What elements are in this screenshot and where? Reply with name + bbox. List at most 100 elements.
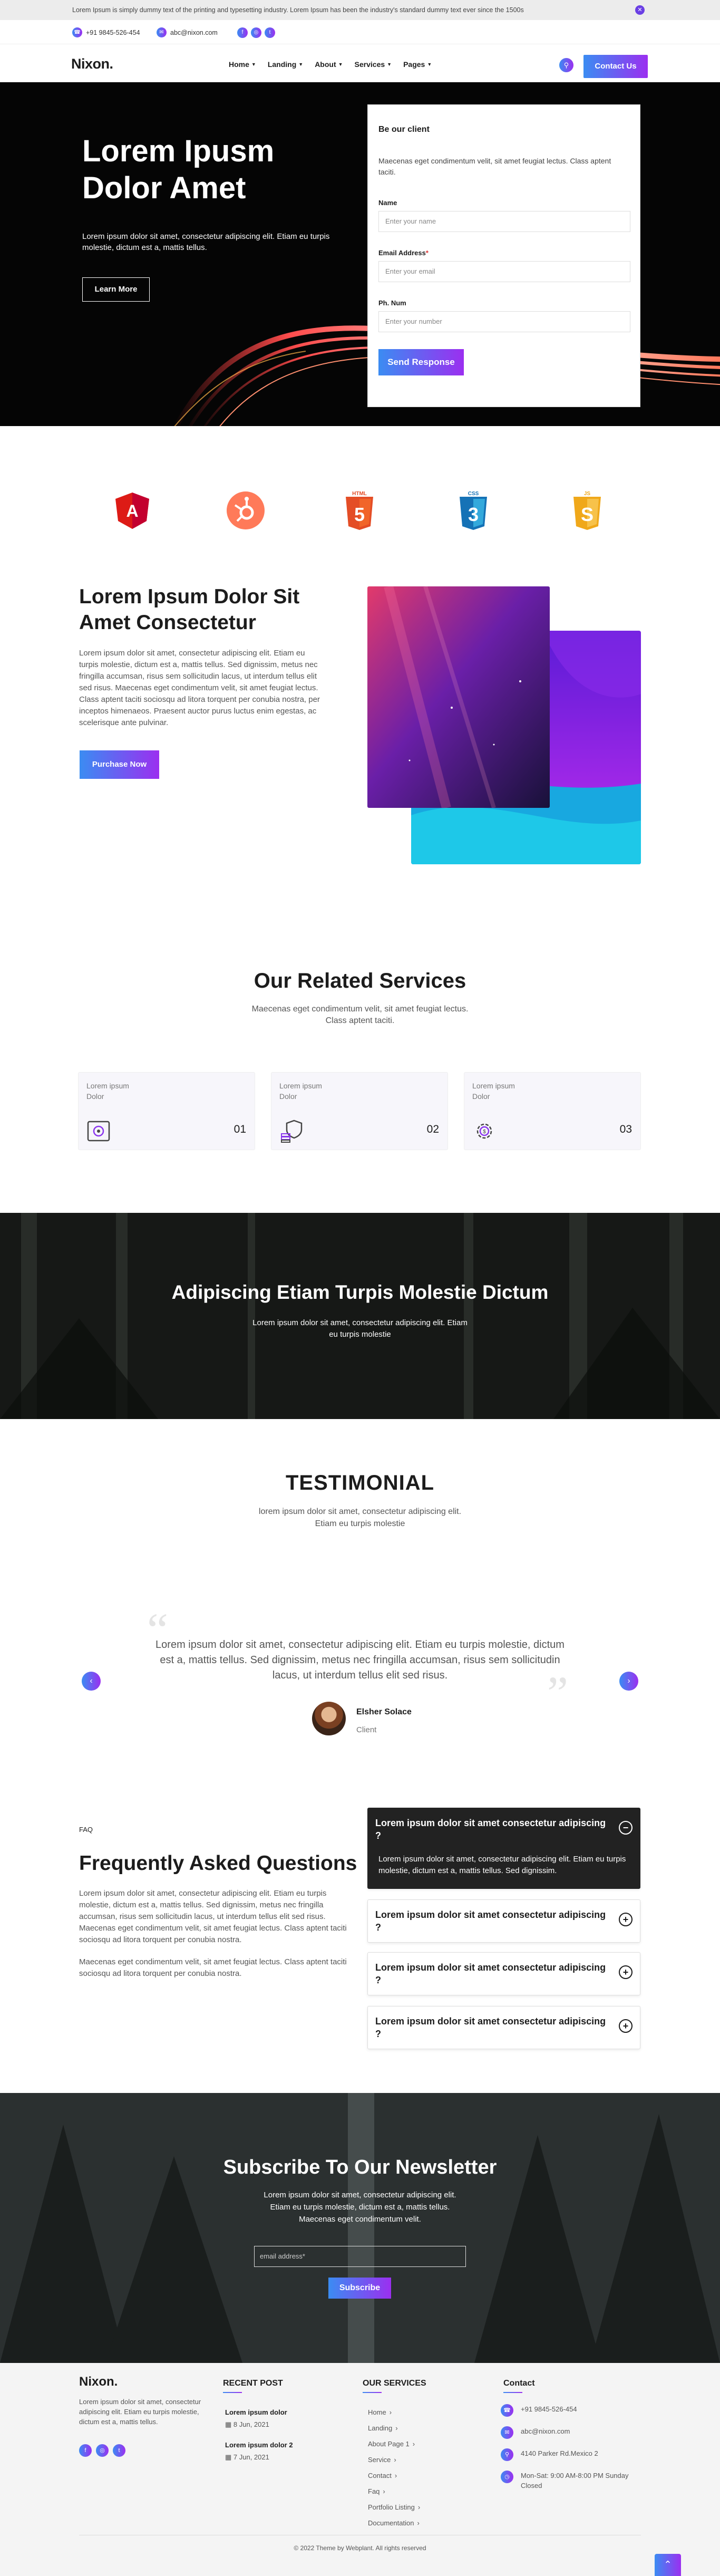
hero-section: Lorem Ipusm Dolor Amet Lorem ipsum dolor… <box>0 82 720 426</box>
facebook-icon[interactable]: f <box>237 27 248 38</box>
logo[interactable]: Nixon. <box>71 56 113 72</box>
forest-banner: Adipiscing Etiam Turpis Molestie Dictum … <box>0 1213 720 1419</box>
prev-arrow-icon[interactable]: ‹ <box>82 1672 101 1691</box>
service-number: 03 <box>619 1123 632 1135</box>
service-label: Lorem ipsum Dolor <box>86 1082 129 1101</box>
faq-item[interactable]: Lorem ipsum dolor sit amet consectetur a… <box>367 1952 640 1995</box>
footer-link[interactable]: Home › <box>368 2405 420 2420</box>
footer-link[interactable]: Portfolio Listing › <box>368 2500 420 2515</box>
footer-link[interactable]: Documentation › <box>368 2515 420 2531</box>
testimonial-subtitle: lorem ipsum dolor sit amet, consectetur … <box>258 1507 462 1528</box>
footer-hours: ◷ Mon-Sat: 9:00 AM-8:00 PM Sunday Closed <box>501 2471 633 2491</box>
email-text: abc@nixon.com <box>170 28 218 36</box>
phone-field[interactable]: Enter your number <box>378 311 630 332</box>
footer-services-list: Home › Landing › About Page 1 › Service › Co… <box>368 2405 420 2531</box>
gear-dollar-icon: $ <box>476 1123 492 1139</box>
service-label: Lorem ipsum Dolor <box>279 1082 322 1101</box>
copyright-text: © 2022 Theme by Webplant. All rights res… <box>294 2544 426 2552</box>
phone-contact[interactable]: ☎ +91 9845-526-454 <box>72 27 140 37</box>
recent-post-heading: RECENT POST <box>223 2379 283 2393</box>
calendar-icon: ▦ <box>225 2453 233 2461</box>
services-title: Our Related Services <box>254 969 466 992</box>
phone-label: Ph. Num <box>378 299 406 307</box>
facebook-icon[interactable]: f <box>79 2444 92 2457</box>
location-pin-icon: ⚲ <box>501 2448 513 2461</box>
nav-item-services[interactable]: Services ▼ <box>355 60 392 69</box>
safe-icon <box>87 1121 110 1142</box>
footer-link[interactable]: Service › <box>368 2452 420 2468</box>
javascript-icon: JS S <box>573 491 601 530</box>
instagram-icon[interactable]: ◎ <box>251 27 261 38</box>
purchase-now-button[interactable]: Purchase Now <box>80 750 159 779</box>
chevron-right-icon: › <box>395 2424 398 2432</box>
faq-answer: Lorem ipsum dolor sit amet, consectetur … <box>378 1855 626 1875</box>
service-card[interactable]: Lorem ipsum Dolor 01 <box>78 1072 255 1150</box>
faq-label: FAQ <box>79 1826 93 1834</box>
back-to-top-icon[interactable]: ⌃ <box>655 2554 681 2576</box>
contact-us-button[interactable]: Contact Us <box>583 55 648 78</box>
phone-icon: ☎ <box>72 27 82 37</box>
nav-item-landing[interactable]: Landing ▼ <box>268 60 303 69</box>
next-arrow-icon[interactable]: › <box>619 1672 638 1691</box>
client-form: Be our client Maecenas eget condimentum … <box>367 104 640 407</box>
footer-link[interactable]: Contact › <box>368 2468 420 2484</box>
service-card[interactable]: Lorem ipsum Dolor $ 03 <box>464 1072 641 1150</box>
forest-waterfall-background <box>0 2093 720 2363</box>
mail-icon: ✉ <box>501 2426 513 2439</box>
plus-icon[interactable]: + <box>619 1965 633 1979</box>
services-subtitle: Maecenas eget condimentum velit, sit ame… <box>251 1005 469 1025</box>
footer-text: Lorem ipsum dolor sit amet, consectetur … <box>79 2398 201 2426</box>
testimonial-name: Elsher Solace <box>356 1707 412 1716</box>
nav-item-home[interactable]: Home ▼ <box>229 60 256 69</box>
email-field[interactable]: Enter your email <box>378 261 630 282</box>
learn-more-button[interactable]: Learn More <box>82 277 150 302</box>
newsletter-text: Lorem ipsum dolor sit amet, consectetur … <box>264 2191 456 2224</box>
chevron-down-icon: ▼ <box>251 62 256 67</box>
chevron-right-icon: › <box>389 2408 392 2416</box>
chevron-down-icon: ▼ <box>338 62 343 67</box>
recent-post[interactable]: Lorem ipsum dolor ▦ 8 Jun, 2021 <box>225 2408 287 2429</box>
twitter-icon[interactable]: t <box>113 2444 125 2457</box>
name-field[interactable]: Enter your name <box>378 211 630 232</box>
faq-item[interactable]: Lorem ipsum dolor sit amet consectetur a… <box>367 1808 640 1889</box>
phone-text: +91 9845-526-454 <box>86 28 140 36</box>
service-card[interactable]: Lorem ipsum Dolor 02 <box>271 1072 448 1150</box>
newsletter-email-input[interactable]: email address* <box>254 2246 466 2267</box>
footer-link[interactable]: Faq › <box>368 2484 420 2500</box>
close-icon[interactable]: ✕ <box>635 5 645 15</box>
footer-email[interactable]: ✉ abc@nixon.com <box>501 2426 643 2439</box>
testimonial-title: TESTIMONIAL <box>285 1471 435 1494</box>
faq-section: FAQ Frequently Asked Questions Lorem ips… <box>0 1798 720 2093</box>
footer-logo[interactable]: Nixon. <box>79 2375 118 2389</box>
email-contact[interactable]: ✉ abc@nixon.com <box>157 27 218 37</box>
minus-icon[interactable]: − <box>619 1821 633 1835</box>
chevron-right-icon: › <box>417 2519 420 2527</box>
tech-logos: A HTML 5 CSS 3 JS S <box>0 426 720 558</box>
html-label: HTML <box>352 491 367 497</box>
newsletter-title: Subscribe To Our Newsletter <box>223 2156 497 2178</box>
testimonial-section: TESTIMONIAL lorem ipsum dolor sit amet, … <box>0 1471 720 1798</box>
footer-social: f ◎ t <box>79 2444 125 2457</box>
plus-icon[interactable]: + <box>619 2019 633 2033</box>
footer-phone[interactable]: ☎ +91 9845-526-454 <box>501 2404 643 2417</box>
search-icon[interactable]: ⚲ <box>559 58 573 72</box>
testimonial-quote: Lorem ipsum dolor sit amet, consectetur … <box>155 1639 565 1681</box>
subscribe-button[interactable]: Subscribe <box>328 2278 391 2299</box>
mail-icon: ✉ <box>157 27 167 37</box>
service-number: 02 <box>426 1123 439 1135</box>
footer-link[interactable]: Landing › <box>368 2420 420 2436</box>
faq-item[interactable]: Lorem ipsum dolor sit amet consectetur a… <box>367 2006 640 2049</box>
nav-item-pages[interactable]: Pages ▼ <box>403 60 432 69</box>
twitter-icon[interactable]: t <box>265 27 275 38</box>
social-links: f ◎ t <box>237 27 275 38</box>
chevron-right-icon: › <box>383 2487 385 2495</box>
announcement-bar: Lorem Ipsum is simply dummy text of the … <box>0 0 720 20</box>
send-response-button[interactable]: Send Response <box>378 349 464 375</box>
faq-item[interactable]: Lorem ipsum dolor sit amet consectetur a… <box>367 1899 640 1943</box>
instagram-icon[interactable]: ◎ <box>96 2444 109 2457</box>
plus-icon[interactable]: + <box>619 1913 633 1926</box>
banner-text: Lorem ipsum dolor sit amet, consectetur … <box>252 1318 468 1339</box>
recent-post[interactable]: Lorem ipsum dolor 2 ▦ 7 Jun, 2021 <box>225 2441 293 2462</box>
nav-item-about[interactable]: About ▼ <box>315 60 343 69</box>
footer-link[interactable]: About Page 1 › <box>368 2436 420 2452</box>
